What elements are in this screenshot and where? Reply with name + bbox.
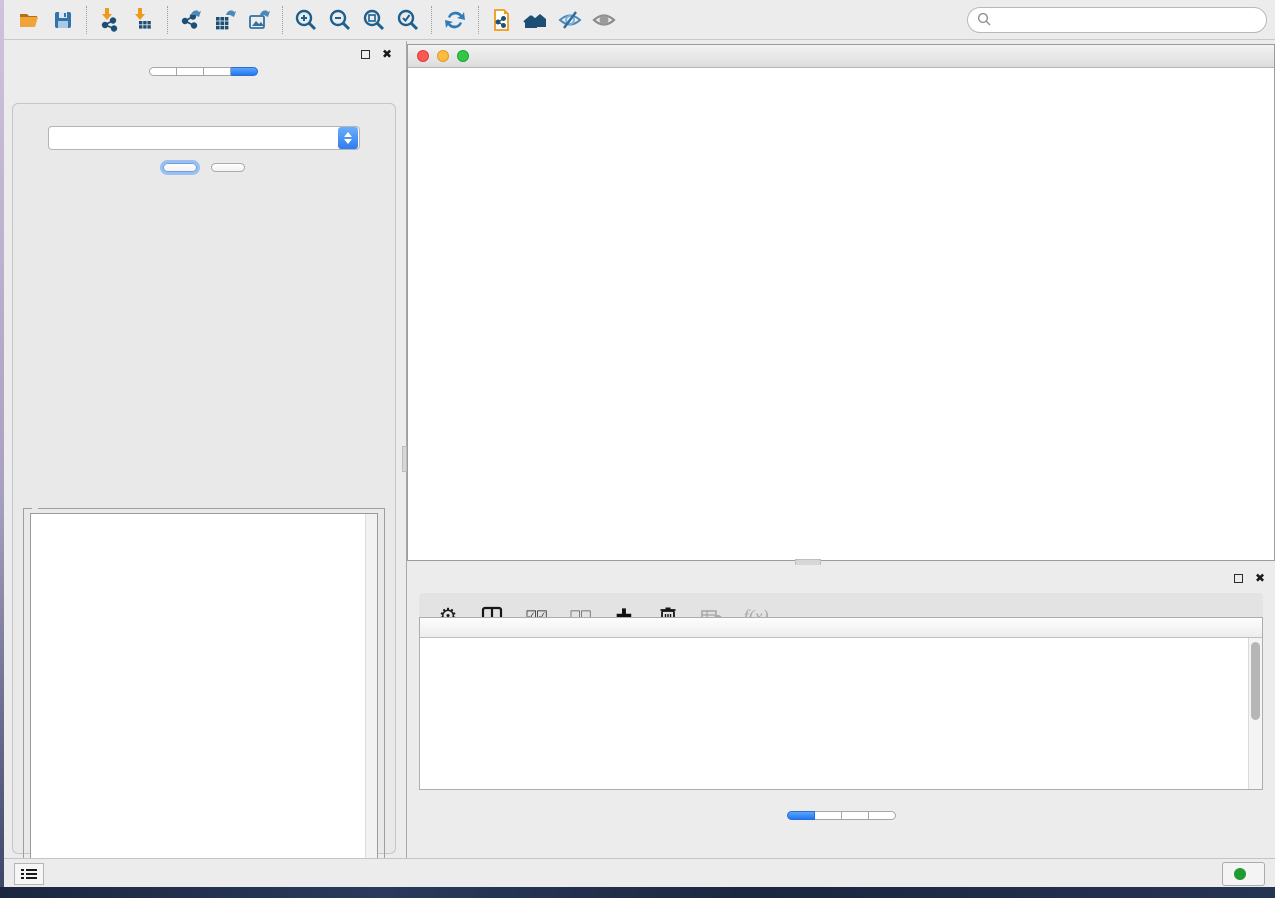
apply-layout-icon[interactable] bbox=[438, 4, 472, 36]
application-window: ✖ bbox=[4, 0, 1275, 888]
list-icon bbox=[21, 868, 37, 880]
tab-select[interactable] bbox=[204, 67, 231, 76]
close-panel-icon[interactable]: ✖ bbox=[1255, 572, 1265, 584]
scrollbar-thumb[interactable] bbox=[1251, 642, 1260, 720]
tab-node-table[interactable] bbox=[787, 811, 815, 820]
toolbar-separator bbox=[282, 6, 283, 34]
share-document-icon[interactable] bbox=[485, 4, 519, 36]
window-close-icon[interactable] bbox=[417, 50, 429, 62]
toolbar-separator bbox=[167, 6, 168, 34]
search-icon bbox=[977, 12, 992, 27]
save-session-icon[interactable] bbox=[46, 4, 80, 36]
memory-button[interactable] bbox=[1222, 862, 1265, 886]
float-window-icon[interactable] bbox=[361, 50, 370, 59]
dropdown-stepper-icon bbox=[338, 127, 358, 149]
control-panel: ✖ bbox=[4, 41, 402, 858]
show-graphics-icon[interactable] bbox=[587, 4, 621, 36]
main-toolbar bbox=[4, 0, 1275, 40]
mcds-result-list[interactable] bbox=[30, 513, 378, 873]
network-overview-icon[interactable] bbox=[519, 4, 553, 36]
desktop-background bbox=[0, 887, 1275, 898]
window-minimize-icon[interactable] bbox=[437, 50, 449, 62]
import-table-icon[interactable] bbox=[127, 4, 161, 36]
network-window-titlebar[interactable] bbox=[408, 45, 1274, 68]
import-network-icon[interactable] bbox=[93, 4, 127, 36]
show-panels-list-button[interactable] bbox=[14, 863, 44, 885]
export-table-icon[interactable] bbox=[208, 4, 242, 36]
hide-graphics-icon[interactable] bbox=[553, 4, 587, 36]
zoom-out-icon[interactable] bbox=[323, 4, 357, 36]
control-panel-tabs bbox=[4, 67, 402, 76]
search-box[interactable] bbox=[967, 7, 1267, 33]
criterion-dropdown[interactable] bbox=[48, 126, 360, 150]
tab-motifs[interactable] bbox=[869, 811, 896, 820]
mcds-tab-content bbox=[12, 103, 396, 854]
zoom-fit-icon[interactable] bbox=[357, 4, 391, 36]
control-panel-titlebar: ✖ bbox=[4, 41, 402, 67]
toolbar-separator bbox=[478, 6, 479, 34]
zoom-selected-icon[interactable] bbox=[391, 4, 425, 36]
export-image-icon[interactable] bbox=[242, 4, 276, 36]
float-window-icon[interactable] bbox=[1234, 574, 1243, 583]
export-network-icon[interactable] bbox=[174, 4, 208, 36]
list-scrollbar[interactable] bbox=[365, 514, 377, 872]
table-scrollbar[interactable] bbox=[1248, 638, 1262, 789]
toolbar-separator bbox=[431, 6, 432, 34]
status-bar bbox=[4, 858, 1275, 888]
tab-network-table[interactable] bbox=[842, 811, 869, 820]
node-table bbox=[419, 617, 1263, 790]
table-header-row bbox=[420, 618, 1262, 638]
table-tabs bbox=[407, 811, 1275, 820]
run-mcds-button[interactable] bbox=[163, 163, 197, 172]
close-panel-icon[interactable]: ✖ bbox=[382, 48, 392, 60]
toolbar-separator bbox=[86, 6, 87, 34]
tab-edge-table[interactable] bbox=[815, 811, 842, 820]
table-panel-titlebar: ✖ bbox=[407, 565, 1275, 591]
table-body bbox=[420, 638, 1248, 789]
tab-style[interactable] bbox=[177, 67, 204, 76]
tab-network[interactable] bbox=[149, 67, 177, 76]
table-panel: ✖ ⚙ ☑☑ ☐☐ ✚ f(x) bbox=[407, 565, 1275, 858]
window-maximize-icon[interactable] bbox=[457, 50, 469, 62]
memory-status-icon bbox=[1234, 868, 1246, 880]
mcds-result-group bbox=[23, 508, 385, 880]
open-file-icon[interactable] bbox=[12, 4, 46, 36]
zoom-in-icon[interactable] bbox=[289, 4, 323, 36]
search-input[interactable] bbox=[992, 13, 1257, 27]
tab-mcds[interactable] bbox=[231, 67, 258, 76]
network-view-window bbox=[407, 44, 1275, 561]
close-panel-button[interactable] bbox=[211, 163, 245, 172]
network-canvas[interactable] bbox=[408, 68, 1274, 560]
